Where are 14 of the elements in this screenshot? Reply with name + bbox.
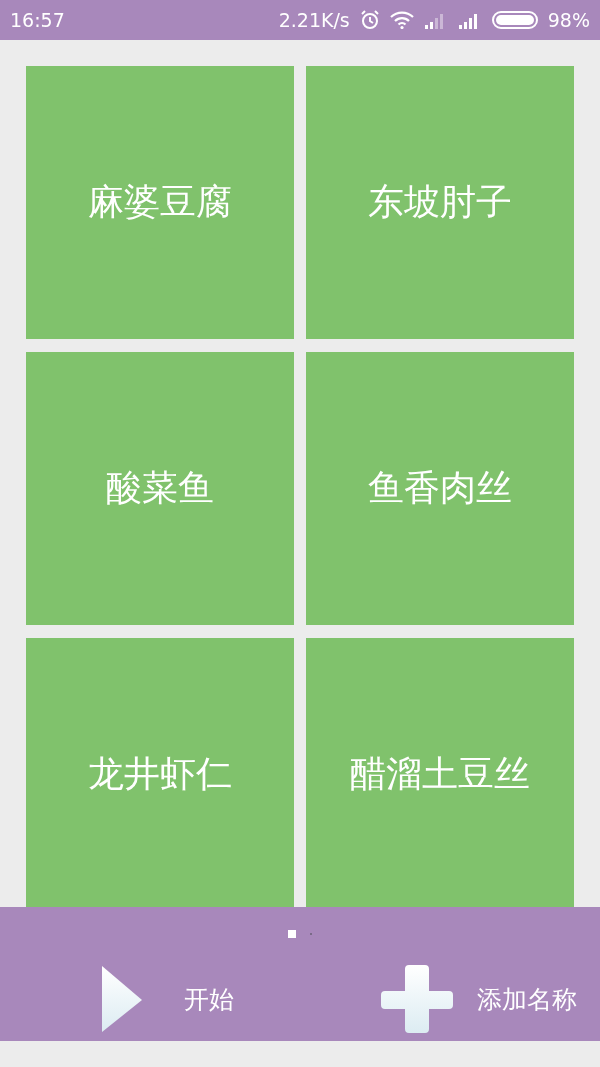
- plus-icon: [381, 963, 453, 1035]
- add-name-button[interactable]: 添加名称: [319, 963, 600, 1035]
- network-speed: 2.21K/s: [278, 9, 350, 31]
- start-button[interactable]: 开始: [0, 963, 319, 1035]
- alarm-icon: [359, 10, 380, 30]
- dish-tile[interactable]: 鱼香肉丝: [306, 352, 574, 625]
- play-icon: [100, 964, 144, 1034]
- dish-tile[interactable]: 东坡肘子: [306, 66, 574, 339]
- dish-tile[interactable]: 麻婆豆腐: [26, 66, 294, 339]
- battery-icon: [491, 11, 538, 29]
- battery-level: 98%: [547, 9, 590, 31]
- status-time: 16:57: [10, 9, 65, 31]
- wifi-icon: [389, 11, 414, 29]
- dish-tile[interactable]: 酸菜鱼: [26, 352, 294, 625]
